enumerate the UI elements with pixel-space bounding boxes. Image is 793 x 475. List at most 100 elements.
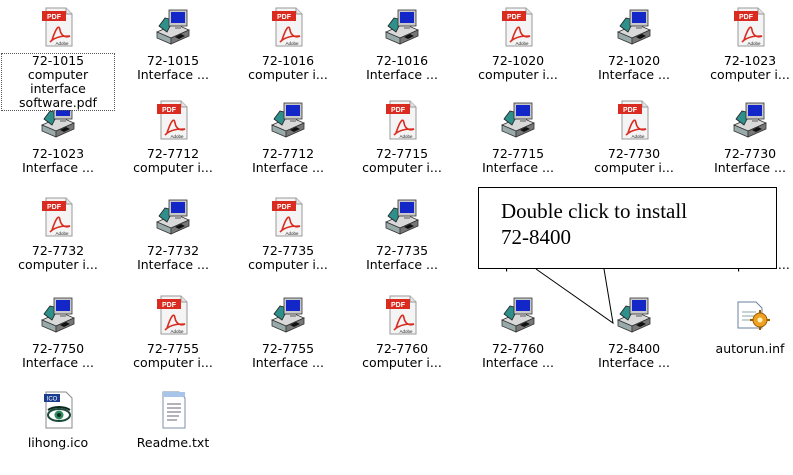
file-label-line: 72-1023: [31, 146, 85, 161]
file-item[interactable]: PDF Adobe 72-7735 computer i...: [232, 196, 344, 272]
svg-text:Adobe: Adobe: [747, 41, 761, 46]
svg-text:ICO: ICO: [47, 397, 58, 403]
file-label-line: Interface ...: [137, 257, 209, 272]
file-label-line: interface: [30, 81, 86, 96]
file-label-line: computer i...: [362, 160, 442, 175]
file-item[interactable]: 72-7735 Interface ...: [346, 196, 458, 272]
file-label-line: computer i...: [710, 67, 790, 82]
file-label: 72-1015 Interface ...: [117, 54, 229, 82]
svg-text:Adobe: Adobe: [170, 134, 184, 139]
svg-text:PDF: PDF: [47, 204, 62, 211]
file-item[interactable]: 72-7732 Interface ...: [117, 196, 229, 272]
file-item[interactable]: 72-7755 Interface ...: [232, 294, 344, 370]
installer-icon: [271, 102, 305, 138]
ico-file-icon: ICO: [44, 391, 73, 429]
file-label-line: Interface ...: [482, 160, 554, 175]
svg-text:PDF: PDF: [739, 14, 754, 21]
file-label-line: lihong.ico: [27, 435, 89, 450]
file-item[interactable]: PDF Adobe 72-7732 computer i...: [2, 196, 114, 272]
file-item[interactable]: 72-1020 Interface ...: [578, 6, 690, 82]
file-label: 72-7712 computer i...: [117, 147, 229, 175]
pdf-file-icon: PDF Adobe: [272, 7, 303, 47]
pdf-file-icon: PDF Adobe: [618, 100, 649, 140]
file-label: 72-7732 computer i...: [2, 244, 114, 272]
installer-icon: [501, 297, 535, 333]
file-label-line: Interface ...: [598, 355, 670, 370]
file-item[interactable]: ICO lihong.ico: [2, 388, 114, 450]
file-label-line: 72-1016: [375, 53, 429, 68]
svg-text:Adobe: Adobe: [631, 134, 645, 139]
file-item[interactable]: PDF Adobe 72-1020 computer i...: [462, 6, 574, 82]
svg-text:PDF: PDF: [391, 302, 406, 309]
file-label-line: autorun.inf: [715, 341, 785, 356]
file-item[interactable]: PDF Adobe 72-1016 computer i...: [232, 6, 344, 82]
file-label-line: 72-7712: [146, 146, 200, 161]
file-item[interactable]: 72-1016 Interface ...: [346, 6, 458, 82]
callout-line-2: 72-8400: [501, 225, 571, 249]
installer-icon: [271, 297, 305, 333]
svg-text:Adobe: Adobe: [285, 41, 299, 46]
file-item[interactable]: PDF Adobe 72-7760 computer i...: [346, 294, 458, 370]
file-item[interactable]: PDF Adobe 72-7712 computer i...: [117, 99, 229, 175]
file-label: 72-1016 Interface ...: [346, 54, 458, 82]
file-label: 72-1020 computer i...: [462, 54, 574, 82]
file-item[interactable]: 72-7712 Interface ...: [232, 99, 344, 175]
file-label-line: 72-7715: [375, 146, 429, 161]
file-item[interactable]: autorun.inf: [694, 294, 793, 356]
svg-text:PDF: PDF: [623, 107, 638, 114]
pdf-file-icon: PDF Adobe: [386, 100, 417, 140]
file-item[interactable]: 72-7730 Interface ...: [694, 99, 793, 175]
file-item[interactable]: PDF Adobe 72-7755 computer i...: [117, 294, 229, 370]
svg-text:Adobe: Adobe: [55, 231, 69, 236]
callout-annotation: Double click to install 72-8400: [478, 187, 777, 269]
file-item[interactable]: PDF Adobe 72-7730 computer i...: [578, 99, 690, 175]
svg-text:PDF: PDF: [277, 204, 292, 211]
file-label-line: 72-1023: [723, 53, 777, 68]
file-label: 72-1020 Interface ...: [578, 54, 690, 82]
pdf-file-icon: PDF Adobe: [734, 7, 765, 47]
file-label-line: 72-1015: [31, 53, 85, 68]
svg-text:Adobe: Adobe: [399, 329, 413, 334]
file-label-line: 72-7732: [31, 243, 85, 258]
file-label-line: 72-7712: [261, 146, 315, 161]
pdf-file-icon: PDF Adobe: [42, 7, 73, 47]
file-label-line: 72-7730: [723, 146, 777, 161]
file-item[interactable]: 72-8400 Interface ...: [578, 294, 690, 370]
file-label: 72-7750 Interface ...: [2, 342, 114, 370]
text-file-icon: [162, 391, 186, 429]
file-label-line: Interface ...: [22, 355, 94, 370]
file-item[interactable]: PDF Adobe 72-7715 computer i...: [346, 99, 458, 175]
file-label: 72-7760 computer i...: [346, 342, 458, 370]
file-label: 72-1015 computer interface software.pdf: [1, 53, 115, 111]
file-item[interactable]: PDF Adobe 72-1015 computer interface softwa…: [1, 6, 115, 111]
file-label: 72-7735 computer i...: [232, 244, 344, 272]
file-label-line: 72-7730: [607, 146, 661, 161]
file-item[interactable]: 72-7750 Interface ...: [2, 294, 114, 370]
file-label-line: Interface ...: [482, 355, 554, 370]
file-item[interactable]: 72-1023 Interface ...: [2, 99, 114, 175]
file-label-line: 72-7715: [491, 146, 545, 161]
file-label: 72-7735 Interface ...: [346, 244, 458, 272]
file-item[interactable]: Readme.txt: [117, 388, 229, 450]
file-label: 72-7755 Interface ...: [232, 342, 344, 370]
file-label-line: 72-7735: [375, 243, 429, 258]
file-label-line: computer i...: [594, 160, 674, 175]
file-label: 72-1023 Interface ...: [2, 147, 114, 175]
file-label-line: Interface ...: [137, 67, 209, 82]
file-label-line: 72-1020: [607, 53, 661, 68]
file-item[interactable]: 72-1015 Interface ...: [117, 6, 229, 82]
installer-icon: [733, 102, 767, 138]
file-item[interactable]: 72-7715 Interface ...: [462, 99, 574, 175]
file-label-line: Interface ...: [366, 257, 438, 272]
file-label-line: Interface ...: [22, 160, 94, 175]
file-label-line: computer i...: [478, 67, 558, 82]
svg-text:PDF: PDF: [507, 14, 522, 21]
file-item[interactable]: 72-7760 Interface ...: [462, 294, 574, 370]
file-label-line: Interface ...: [252, 160, 324, 175]
file-label: 72-7732 Interface ...: [117, 244, 229, 272]
svg-text:PDF: PDF: [47, 14, 62, 21]
file-label-line: 72-7735: [261, 243, 315, 258]
file-item[interactable]: PDF Adobe 72-1023 computer i...: [694, 6, 793, 82]
file-label: 72-7755 computer i...: [117, 342, 229, 370]
file-label-line: computer i...: [133, 355, 213, 370]
